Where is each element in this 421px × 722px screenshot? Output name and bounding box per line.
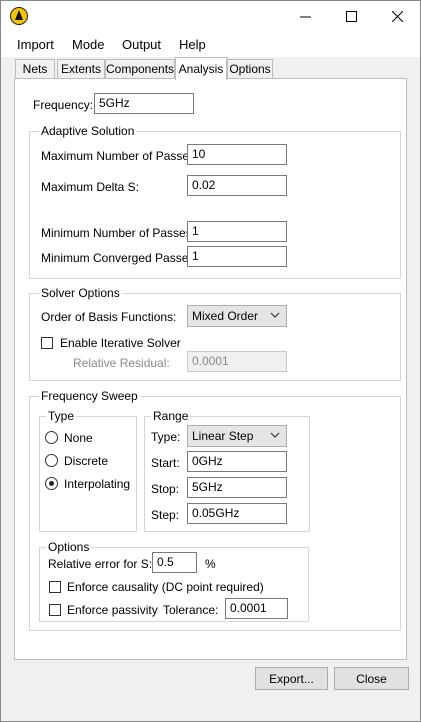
basis-order-dropdown[interactable]: Mixed Order [187,305,287,327]
close-icon [391,10,403,22]
tolerance-label: Tolerance: [163,603,219,617]
range-stop-label: Stop: [151,482,180,496]
relative-residual-label: Relative Residual: [73,356,170,370]
min-passes-input[interactable]: 1 [187,221,287,242]
max-passes-label: Maximum Number of Passes: [41,149,199,163]
max-delta-input[interactable]: 0.02 [187,175,287,196]
tab-analysis[interactable]: Analysis [175,57,227,80]
analysis-panel: Frequency: 5GHz Adaptive Solution Maximu… [14,78,407,660]
min-passes-label: Minimum Number of Passes: [41,226,196,240]
frequency-sweep-title: Frequency Sweep [39,389,140,403]
sweep-type-title: Type [46,409,77,423]
relative-residual-input[interactable]: 0.0001 [187,351,287,372]
enforce-causality-checkbox[interactable] [49,581,61,593]
sweep-type-none-label: None [64,431,93,445]
range-type-value: Linear Step [192,429,254,443]
iterative-solver-checkbox[interactable] [41,337,53,349]
frequency-label: Frequency: [33,98,94,112]
min-converged-input[interactable]: 1 [187,246,287,267]
tab-extents[interactable]: Extents [57,59,105,78]
frequency-input[interactable]: 5GHz [94,93,194,114]
sweep-range-title: Range [151,409,191,423]
maximize-button[interactable] [328,1,374,31]
title-bar[interactable] [1,1,420,31]
sweep-type-discrete-radio[interactable] [45,454,58,467]
menu-import[interactable]: Import [17,37,54,52]
enforce-passivity-checkbox[interactable] [49,604,61,616]
range-step-input[interactable]: 0.05GHz [187,503,287,524]
range-start-input[interactable]: 0GHz [187,451,287,472]
solver-options-title: Solver Options [39,286,122,300]
iterative-solver-label: Enable Iterative Solver [60,336,181,350]
range-type-label: Type: [151,430,181,444]
maximize-icon [345,10,357,22]
minimize-button[interactable] [282,1,328,31]
close-window-button[interactable] [374,1,420,31]
relative-error-input[interactable]: 0.5 [152,552,197,573]
sweep-type-interpolating-radio[interactable] [45,477,58,490]
enforce-passivity-label: Enforce passivity [67,603,158,617]
min-converged-label: Minimum Converged Passes: [41,251,198,265]
range-stop-input[interactable]: 5GHz [187,477,287,498]
range-step-label: Step: [151,508,180,522]
tab-nets[interactable]: Nets [15,59,55,78]
app-logo-icon [10,7,28,25]
tab-options[interactable]: Options [227,59,273,78]
max-delta-label: Maximum Delta S: [41,180,140,194]
sweep-type-none-radio[interactable] [45,431,58,444]
max-passes-input[interactable]: 10 [187,144,287,165]
enforce-causality-label: Enforce causality (DC point required) [67,580,264,594]
range-start-label: Start: [151,456,180,470]
sweep-type-interpolating-label: Interpolating [64,477,131,491]
tolerance-input[interactable]: 0.0001 [225,598,288,619]
chevron-down-icon [270,312,280,318]
minimize-icon [299,16,311,17]
menu-help[interactable]: Help [179,37,206,52]
menu-output[interactable]: Output [122,37,161,52]
menu-bar: Import Mode Output Help [1,31,420,57]
tab-strip: Nets Extents Components Analysis Options [1,57,420,80]
sweep-options-title: Options [46,540,92,554]
menu-mode[interactable]: Mode [72,37,105,52]
relative-error-unit: % [205,557,216,571]
sweep-type-discrete-label: Discrete [64,454,109,468]
range-type-dropdown[interactable]: Linear Step [187,425,287,447]
application-window: Import Mode Output Help Nets Extents Com… [0,0,421,722]
adaptive-solution-title: Adaptive Solution [39,124,137,138]
relative-error-label: Relative error for S: [48,557,153,571]
tab-components[interactable]: Components [105,59,175,78]
chevron-down-icon [270,432,280,438]
basis-order-value: Mixed Order [192,309,259,323]
export-button[interactable]: Export... [255,667,328,690]
close-button[interactable]: Close [334,667,409,690]
basis-order-label: Order of Basis Functions: [41,310,177,324]
